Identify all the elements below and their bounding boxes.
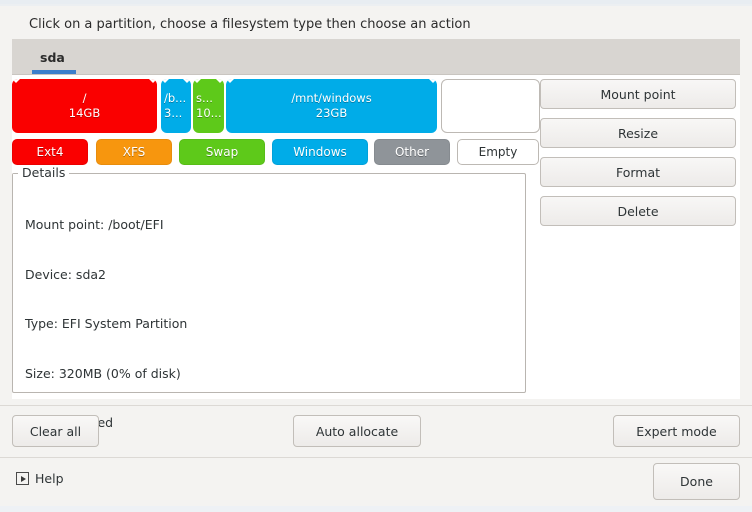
partition-root[interactable]: / 14GB xyxy=(12,79,157,133)
done-button[interactable]: Done xyxy=(653,463,740,500)
auto-allocate-button[interactable]: Auto allocate xyxy=(293,415,421,447)
tab-selected-indicator xyxy=(32,70,76,74)
disk-notebook: sda / 14GB /b... 3... s... 10... /mnt/wi… xyxy=(12,39,740,430)
resize-button[interactable]: Resize xyxy=(540,118,736,148)
partition-swap-size: 10... xyxy=(196,106,222,120)
delete-button[interactable]: Delete xyxy=(540,196,736,226)
fs-button-ext4-label: Ext4 xyxy=(36,145,64,159)
partition-bar: / 14GB /b... 3... s... 10... /mnt/window… xyxy=(12,79,540,133)
help-link[interactable]: Help xyxy=(16,471,64,486)
fs-button-swap-label: Swap xyxy=(205,145,239,159)
window-top-strip-inner xyxy=(0,4,752,6)
partition-boot-efi[interactable]: /b... 3... xyxy=(161,79,191,133)
fs-button-ext4[interactable]: Ext4 xyxy=(12,139,88,165)
details-line-size: Size: 320MB (0% of disk) xyxy=(25,365,181,381)
clear-all-button[interactable]: Clear all xyxy=(12,415,99,447)
play-in-box-icon xyxy=(16,472,29,485)
fs-button-empty[interactable]: Empty xyxy=(457,139,539,165)
fs-button-xfs-label: XFS xyxy=(122,145,146,159)
fs-button-windows-label: Windows xyxy=(293,145,347,159)
details-box: Mount point: /boot/EFI Device: sda2 Type… xyxy=(12,173,526,430)
partition-boot-efi-mountpoint: /b... xyxy=(164,91,187,105)
partition-boot-efi-size: 3... xyxy=(164,106,183,120)
mount-point-button[interactable]: Mount point xyxy=(540,79,736,109)
disk-tabbar: sda xyxy=(12,39,740,75)
partition-empty[interactable] xyxy=(441,79,540,133)
details-frame: Mount point: /boot/EFI Device: sda2 Type… xyxy=(12,165,526,430)
help-label: Help xyxy=(35,471,64,486)
fs-button-windows[interactable]: Windows xyxy=(272,139,368,165)
bottom-action-bar: Clear all Auto allocate Expert mode xyxy=(0,406,752,457)
partition-windows[interactable]: /mnt/windows 23GB xyxy=(226,79,437,133)
partition-windows-mountpoint: /mnt/windows xyxy=(291,91,372,105)
partition-swap-mountpoint: s... xyxy=(196,91,213,105)
partition-root-mountpoint: / xyxy=(82,91,87,105)
expert-mode-button[interactable]: Expert mode xyxy=(613,415,740,447)
details-line-mount-point: Mount point: /boot/EFI xyxy=(25,217,164,232)
partition-swap[interactable]: s... 10... xyxy=(193,79,224,133)
filesystem-type-selector: Ext4 XFS Swap Windows Other Empty xyxy=(12,139,540,165)
partitioning-window: Click on a partition, choose a filesyste… xyxy=(0,0,752,512)
window-footer: Help Done xyxy=(0,458,752,506)
fs-button-swap[interactable]: Swap xyxy=(179,139,265,165)
fs-button-empty-label: Empty xyxy=(478,145,518,159)
partition-windows-size: 23GB xyxy=(315,106,348,120)
partition-root-size: 14GB xyxy=(68,106,101,120)
fs-button-xfs[interactable]: XFS xyxy=(96,139,172,165)
fs-button-other-label: Other xyxy=(394,145,430,159)
details-legend-label: Details xyxy=(18,165,70,180)
fs-button-other[interactable]: Other xyxy=(374,139,450,165)
format-button[interactable]: Format xyxy=(540,157,736,187)
instruction-text: Click on a partition, choose a filesyste… xyxy=(29,17,471,32)
details-line-device: Device: sda2 xyxy=(25,266,106,282)
window-bottom-strip xyxy=(0,506,752,512)
disk-panel: / 14GB /b... 3... s... 10... /mnt/window… xyxy=(12,75,740,430)
partition-actions: Mount point Resize Format Delete xyxy=(540,79,740,235)
details-line-type: Type: EFI System Partition xyxy=(25,316,188,331)
